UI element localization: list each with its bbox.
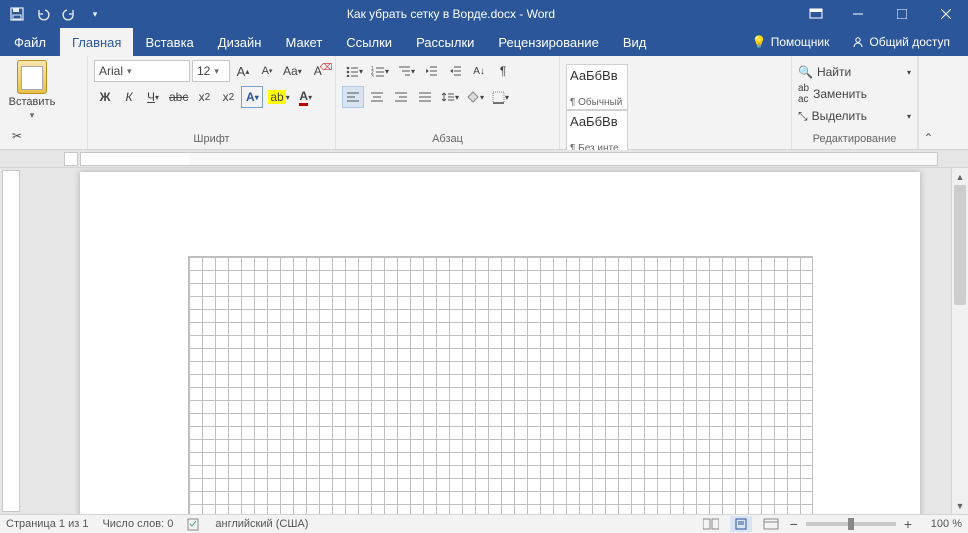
align-right-icon[interactable] — [390, 86, 412, 108]
highlight-icon[interactable]: ab▾ — [265, 86, 292, 108]
superscript-icon[interactable]: x2 — [217, 86, 239, 108]
replace-button[interactable]: abacЗаменить — [798, 84, 911, 104]
zoom-level[interactable]: 100 % — [920, 518, 962, 530]
tab-design[interactable]: Дизайн — [206, 28, 274, 56]
tell-me[interactable]: 💡 Помощник — [744, 35, 838, 49]
line-spacing-icon[interactable]: ▾ — [438, 86, 462, 108]
undo-icon[interactable] — [32, 3, 54, 25]
zoom-out-button[interactable]: − — [790, 516, 798, 532]
increase-indent-icon[interactable] — [444, 60, 466, 82]
tab-selector[interactable] — [64, 152, 78, 166]
page[interactable] — [80, 172, 920, 514]
web-layout-icon[interactable] — [760, 516, 782, 532]
tell-me-label: Помощник — [771, 35, 830, 49]
underline-button[interactable]: Ч▾ — [142, 86, 164, 108]
scroll-down-icon[interactable]: ▼ — [952, 497, 968, 514]
chevron-down-icon: ▾ — [214, 66, 219, 77]
tab-layout[interactable]: Макет — [273, 28, 334, 56]
bold-button[interactable]: Ж — [94, 86, 116, 108]
italic-button[interactable]: К — [118, 86, 140, 108]
find-button[interactable]: 🔍Найти▾ — [798, 62, 911, 82]
align-left-icon[interactable] — [342, 86, 364, 108]
subscript-icon[interactable]: x2 — [193, 86, 215, 108]
paragraph-group-label: Абзац — [342, 131, 553, 147]
borders-icon[interactable]: ▾ — [489, 86, 512, 108]
justify-icon[interactable] — [414, 86, 436, 108]
read-mode-icon[interactable] — [700, 516, 722, 532]
decrease-indent-icon[interactable] — [420, 60, 442, 82]
collapse-ribbon-icon[interactable]: ⌃ — [918, 56, 938, 149]
text-effects-icon[interactable]: A▾ — [241, 86, 263, 108]
close-button[interactable] — [924, 0, 968, 28]
show-marks-icon[interactable]: ¶ — [492, 60, 514, 82]
shrink-font-icon[interactable]: A▾ — [256, 60, 278, 82]
shading-icon[interactable]: ▾ — [464, 86, 487, 108]
cut-icon[interactable]: ✂ — [6, 125, 28, 147]
paste-icon — [17, 60, 47, 94]
redo-icon[interactable] — [58, 3, 80, 25]
tab-file[interactable]: Файл — [0, 28, 60, 56]
tab-home[interactable]: Главная — [60, 28, 133, 56]
replace-icon: abac — [798, 83, 809, 105]
lightbulb-icon: 💡 — [752, 35, 767, 49]
zoom-slider[interactable] — [806, 522, 896, 526]
tab-review[interactable]: Рецензирование — [486, 28, 610, 56]
horizontal-ruler[interactable] — [80, 152, 938, 166]
maximize-button[interactable] — [880, 0, 924, 28]
document-gridlines — [188, 256, 813, 514]
scroll-up-icon[interactable]: ▲ — [952, 168, 968, 185]
tab-insert[interactable]: Вставка — [133, 28, 205, 56]
window-title: Как убрать сетку в Ворде.docx - Word — [106, 7, 796, 21]
clear-formatting-icon[interactable]: A⌫ — [307, 60, 329, 82]
minimize-button[interactable] — [836, 0, 880, 28]
font-size-combo[interactable]: 12▾ — [192, 60, 230, 82]
scroll-thumb[interactable] — [954, 185, 966, 305]
font-color-icon[interactable]: A▾ — [295, 86, 317, 108]
paste-label: Вставить — [9, 96, 56, 108]
font-group-label: Шрифт — [94, 131, 329, 147]
share-button[interactable]: Общий доступ — [843, 35, 958, 49]
grow-font-icon[interactable]: A▴ — [232, 60, 254, 82]
tab-view[interactable]: Вид — [611, 28, 659, 56]
change-case-icon[interactable]: Aa▾ — [280, 60, 305, 82]
share-icon — [851, 35, 865, 49]
proofing-icon[interactable] — [187, 517, 201, 531]
vertical-scrollbar[interactable]: ▲ ▼ — [951, 168, 968, 514]
bullets-icon[interactable]: ▾ — [342, 60, 366, 82]
zoom-in-button[interactable]: + — [904, 516, 912, 532]
multilevel-list-icon[interactable]: ▾ — [394, 60, 418, 82]
chevron-down-icon: ▾ — [30, 110, 35, 121]
paste-button[interactable]: Вставить ▾ — [6, 60, 58, 121]
font-name-combo[interactable]: Arial▾ — [94, 60, 190, 82]
select-button[interactable]: ⤡Выделить▾ — [798, 106, 911, 126]
sort-icon[interactable]: A↓ — [468, 60, 490, 82]
style-normal[interactable]: АаБбВв ¶ Обычный — [566, 64, 628, 110]
language-status[interactable]: английский (США) — [215, 518, 308, 530]
align-center-icon[interactable] — [366, 86, 388, 108]
numbering-icon[interactable]: 123▾ — [368, 60, 392, 82]
tab-mailings[interactable]: Рассылки — [404, 28, 486, 56]
cursor-icon: ⤡ — [798, 109, 808, 124]
svg-text:3: 3 — [371, 74, 374, 77]
page-status[interactable]: Страница 1 из 1 — [6, 518, 88, 530]
share-label: Общий доступ — [869, 35, 950, 49]
word-count[interactable]: Число слов: 0 — [102, 518, 173, 530]
ribbon-display-options-icon[interactable] — [796, 8, 836, 20]
document-area[interactable] — [20, 168, 951, 514]
print-layout-icon[interactable] — [730, 516, 752, 532]
search-icon: 🔍 — [798, 65, 813, 79]
vertical-ruler[interactable] — [2, 170, 20, 512]
chevron-down-icon: ▾ — [127, 66, 132, 77]
editing-group-label: Редактирование — [798, 131, 911, 147]
strikethrough-icon[interactable]: abc — [166, 86, 191, 108]
tab-references[interactable]: Ссылки — [334, 28, 404, 56]
save-icon[interactable] — [6, 3, 28, 25]
qat-customize-icon[interactable]: ▾ — [84, 3, 106, 25]
